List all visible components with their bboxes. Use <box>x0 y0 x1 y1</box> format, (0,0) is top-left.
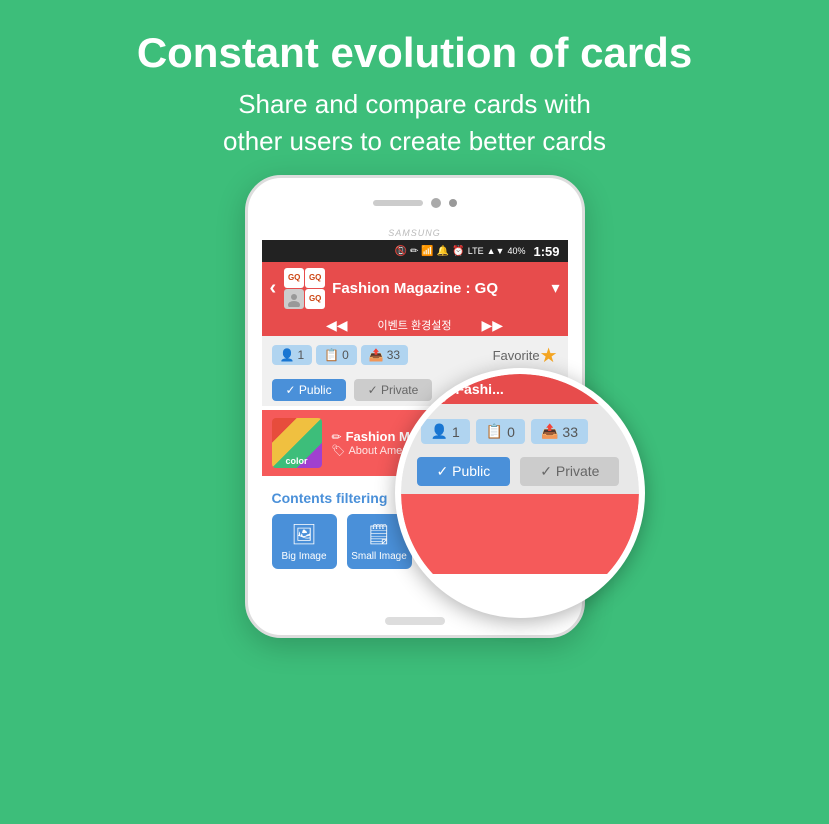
mag-stat-box: 📋 0 <box>476 419 525 444</box>
mag-card-area <box>401 494 639 574</box>
mag-stat-person: 👤 1 <box>421 419 470 444</box>
mag-person-icon: 👤 <box>431 423 448 440</box>
mag-stats: 👤 1 📋 0 📤 33 <box>421 419 588 444</box>
magnify-circle: GQ Fashi... 👤 1 📋 0 📤 <box>395 368 645 618</box>
sub-header: ◀◀ 이벤트 환경설정 ▶▶ <box>262 314 568 336</box>
subtitle-icon: 🏷 <box>332 444 346 457</box>
big-image-label: Big Image <box>281 551 326 562</box>
magnify-inner: GQ Fashi... 👤 1 📋 0 📤 <box>401 374 639 612</box>
big-image-btn[interactable]: 🖼 Big Image <box>272 514 337 569</box>
mag-spacer <box>401 404 639 414</box>
subtitle: Share and compare cards with other users… <box>137 86 692 159</box>
phone-camera <box>431 198 441 208</box>
mag-share-count: 33 <box>562 424 578 440</box>
right-arrow-icon[interactable]: ▶▶ <box>481 317 503 334</box>
share-count: 33 <box>387 348 400 362</box>
person-icon: 👤 <box>280 348 295 362</box>
status-icons: 📵 ✏ 📶 🔔 ⏰ LTE ▲▼ 40% <box>395 246 526 257</box>
mag-person-count: 1 <box>452 424 460 440</box>
star-icon[interactable]: ★ <box>540 343 558 368</box>
status-time: 1:59 <box>533 244 559 259</box>
card-color-box: color <box>272 418 322 468</box>
box-count: 0 <box>342 348 349 362</box>
app-logo: GQ GQ GQ <box>284 268 326 309</box>
private-tab[interactable]: ✓ Private <box>354 379 433 401</box>
box-icon: 📋 <box>324 348 339 362</box>
big-image-icon: 🖼 <box>291 522 316 547</box>
mag-stats-row: 👤 1 📋 0 📤 33 <box>401 414 639 449</box>
main-title: Constant evolution of cards <box>137 28 692 78</box>
mag-box-icon: 📋 <box>486 423 503 440</box>
phone-top-bar <box>248 178 582 228</box>
phone-sensor <box>449 199 457 207</box>
mag-tab-section: ✓ Public ✓ Private <box>401 449 639 494</box>
avatar-icon <box>286 291 302 307</box>
logo-avatar <box>284 289 304 309</box>
stat-box-badge: 📋 0 <box>316 345 357 365</box>
phone-wrapper: SAMSUNG 📵 ✏ 📶 🔔 ⏰ LTE ▲▼ 40% 1:59 ‹ <box>245 175 585 638</box>
dropdown-icon[interactable]: ▾ <box>551 278 559 298</box>
sub-header-text: 이벤트 환경설정 <box>378 317 452 333</box>
status-bar: 📵 ✏ 📶 🔔 ⏰ LTE ▲▼ 40% 1:59 <box>262 240 568 262</box>
app-title: Fashion Magazine : GQ <box>332 280 545 297</box>
mag-private-tab[interactable]: ✓ Private <box>520 457 619 486</box>
person-count: 1 <box>297 348 304 362</box>
small-image-label: Small Image <box>351 551 407 562</box>
small-image-icon: 🗒 <box>366 522 391 547</box>
pencil-icon: ✏ <box>332 430 342 444</box>
mag-box-count: 0 <box>507 424 515 440</box>
back-button[interactable]: ‹ <box>270 277 277 300</box>
mag-stat-share: 📤 33 <box>531 419 588 444</box>
left-arrow-icon[interactable]: ◀◀ <box>326 317 348 334</box>
favorite-label: Favorite <box>493 348 540 363</box>
logo-gq-2: GQ <box>305 268 325 288</box>
mag-public-tab[interactable]: ✓ Public <box>417 457 511 486</box>
color-label: color <box>285 456 307 466</box>
mag-share-icon: 📤 <box>541 423 558 440</box>
phone-bottom-bar <box>385 617 445 625</box>
app-header: ‹ GQ GQ GQ Fashion Magazine : GQ ▾ <box>262 262 568 314</box>
stat-share-badge: 📤 33 <box>361 345 408 365</box>
phone-speaker <box>373 200 423 206</box>
header-section: Constant evolution of cards Share and co… <box>97 0 732 175</box>
logo-gq-3: GQ <box>305 289 325 309</box>
share-icon: 📤 <box>369 348 384 362</box>
public-tab[interactable]: ✓ Public <box>272 379 346 401</box>
samsung-logo: SAMSUNG <box>262 228 568 238</box>
mag-header-title: Fashi... <box>456 381 504 397</box>
logo-gq-1: GQ <box>284 268 304 288</box>
stat-person-badge: 👤 1 <box>272 345 313 365</box>
